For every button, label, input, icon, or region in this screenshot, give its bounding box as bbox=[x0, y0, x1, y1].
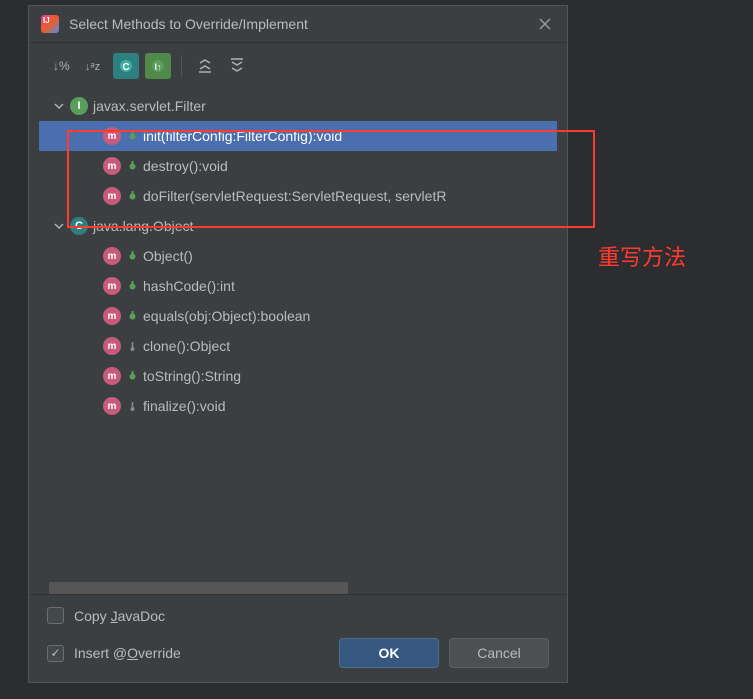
bottom-panel: Copy JavaDoc ✓ Insert @Override OK Cance… bbox=[29, 594, 567, 682]
sort-percent-icon: ↓% bbox=[53, 57, 71, 75]
sort-by-visibility-button[interactable]: ↓% bbox=[49, 53, 75, 79]
protected-visibility-icon bbox=[126, 340, 138, 352]
tree-method[interactable]: m toString():String bbox=[39, 361, 557, 391]
public-visibility-icon bbox=[126, 160, 138, 172]
method-icon: m bbox=[103, 367, 121, 385]
scroll-thumb[interactable] bbox=[49, 582, 348, 594]
svg-text:↓%: ↓% bbox=[53, 59, 70, 73]
svg-text:C: C bbox=[122, 62, 129, 73]
intellij-icon bbox=[41, 15, 59, 33]
ok-button[interactable]: OK bbox=[339, 638, 439, 668]
tree-method[interactable]: m finalize():void bbox=[39, 391, 557, 421]
tree-group[interactable]: Cjava.lang.Object bbox=[39, 211, 557, 241]
cancel-button[interactable]: Cancel bbox=[449, 638, 549, 668]
method-label: equals(obj:Object):boolean bbox=[143, 308, 310, 324]
public-visibility-icon bbox=[126, 190, 138, 202]
toolbar-divider bbox=[181, 55, 182, 77]
titlebar: Select Methods to Override/Implement bbox=[29, 6, 567, 43]
copy-javadoc-row[interactable]: Copy JavaDoc bbox=[47, 607, 549, 624]
override-implement-dialog: Select Methods to Override/Implement ↓% … bbox=[28, 5, 568, 683]
public-visibility-icon bbox=[126, 310, 138, 322]
show-interfaces-button[interactable]: I↑ bbox=[145, 53, 171, 79]
collapse-all-icon bbox=[229, 58, 245, 74]
tree-method[interactable]: m doFilter(servletRequest:ServletRequest,… bbox=[39, 181, 557, 211]
method-label: init(filterConfig:FilterConfig):void bbox=[143, 128, 342, 144]
insert-override-row[interactable]: ✓ Insert @Override bbox=[47, 645, 181, 662]
button-row: ✓ Insert @Override OK Cancel bbox=[47, 638, 549, 668]
close-button[interactable] bbox=[535, 14, 555, 34]
method-label: finalize():void bbox=[143, 398, 225, 414]
class-icon: C bbox=[70, 217, 88, 235]
protected-visibility-icon bbox=[126, 400, 138, 412]
method-icon: m bbox=[103, 157, 121, 175]
method-icon: m bbox=[103, 187, 121, 205]
method-tree[interactable]: Ijavax.servlet.Filter m init(filterConfig:… bbox=[29, 87, 567, 578]
group-by-class-button[interactable]: C bbox=[113, 53, 139, 79]
copy-javadoc-checkbox[interactable] bbox=[47, 607, 64, 624]
method-icon: m bbox=[103, 277, 121, 295]
sort-alpha-button[interactable]: ↓ᵃz bbox=[81, 53, 107, 79]
sort-alpha-icon: ↓ᵃz bbox=[85, 57, 103, 75]
interface-up-icon: I↑ bbox=[150, 58, 166, 74]
tree-method[interactable]: m hashCode():int bbox=[39, 271, 557, 301]
collapse-all-button[interactable] bbox=[224, 53, 250, 79]
group-label: javax.servlet.Filter bbox=[93, 98, 206, 114]
tree-method[interactable]: m clone():Object bbox=[39, 331, 557, 361]
tree-group[interactable]: Ijavax.servlet.Filter bbox=[39, 91, 557, 121]
insert-override-label: Insert @Override bbox=[74, 645, 181, 661]
method-icon: m bbox=[103, 247, 121, 265]
insert-override-checkbox[interactable]: ✓ bbox=[47, 645, 64, 662]
annotation-text: 重写方法 bbox=[598, 240, 686, 272]
tree-method[interactable]: m equals(obj:Object):boolean bbox=[39, 301, 557, 331]
toolbar: ↓% ↓ᵃz C I↑ bbox=[29, 43, 567, 87]
svg-text:↓ᵃz: ↓ᵃz bbox=[85, 61, 100, 73]
method-label: Object() bbox=[143, 248, 193, 264]
dialog-title: Select Methods to Override/Implement bbox=[69, 16, 525, 32]
method-icon: m bbox=[103, 127, 121, 145]
expand-all-icon bbox=[197, 58, 213, 74]
method-label: hashCode():int bbox=[143, 278, 235, 294]
svg-text:I↑: I↑ bbox=[154, 62, 161, 72]
method-icon: m bbox=[103, 337, 121, 355]
interface-icon: I bbox=[70, 97, 88, 115]
method-icon: m bbox=[103, 307, 121, 325]
tree-method[interactable]: m destroy():void bbox=[39, 151, 557, 181]
copy-javadoc-label: Copy JavaDoc bbox=[74, 608, 165, 624]
chevron-down-icon bbox=[53, 100, 65, 112]
close-icon bbox=[539, 18, 551, 30]
public-visibility-icon bbox=[126, 250, 138, 262]
method-label: clone():Object bbox=[143, 338, 230, 354]
method-icon: m bbox=[103, 397, 121, 415]
expand-all-button[interactable] bbox=[192, 53, 218, 79]
group-label: java.lang.Object bbox=[93, 218, 193, 234]
public-visibility-icon bbox=[126, 280, 138, 292]
chevron-down-icon bbox=[53, 220, 65, 232]
public-visibility-icon bbox=[126, 370, 138, 382]
method-label: destroy():void bbox=[143, 158, 228, 174]
tree-method[interactable]: m init(filterConfig:FilterConfig):void bbox=[39, 121, 557, 151]
tree-method[interactable]: m Object() bbox=[39, 241, 557, 271]
method-label: toString():String bbox=[143, 368, 241, 384]
horizontal-scrollbar[interactable] bbox=[49, 582, 547, 594]
class-group-icon: C bbox=[119, 59, 133, 73]
public-visibility-icon bbox=[126, 130, 138, 142]
method-label: doFilter(servletRequest:ServletRequest, … bbox=[143, 188, 446, 204]
